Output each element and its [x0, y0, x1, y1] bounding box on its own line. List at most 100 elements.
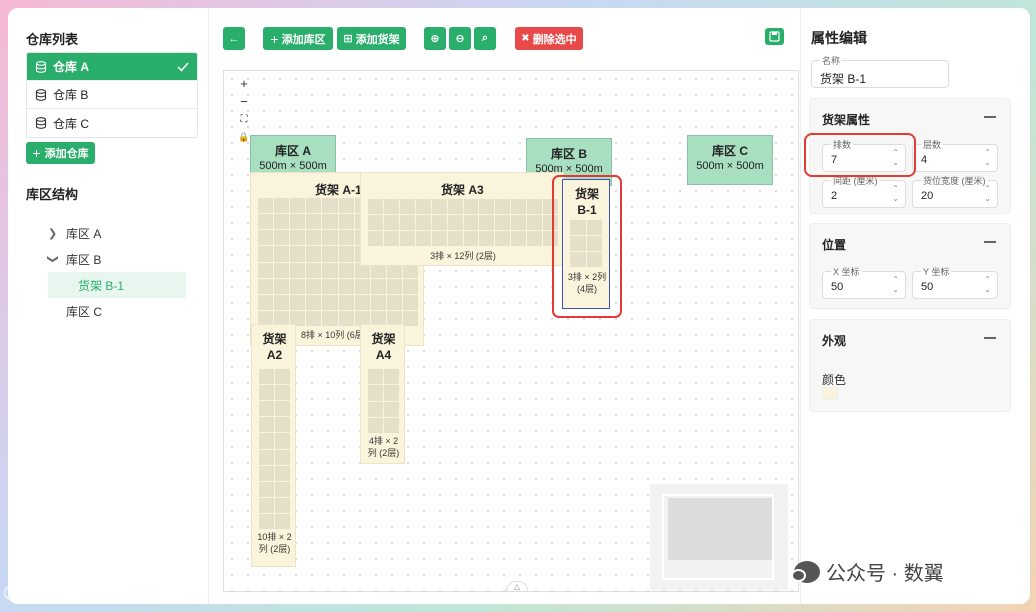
- warehouse-canvas[interactable]: + − ⛶ 🔒 库区 A 500m × 500m 库区 B 500m × 500m …: [223, 70, 799, 592]
- storage-slot: [370, 278, 386, 294]
- save-button[interactable]: [765, 28, 784, 45]
- storage-slot: [368, 385, 383, 401]
- minimap[interactable]: [650, 484, 788, 590]
- slot-width-field[interactable]: 货位宽度 (厘米) 20 ⌃ ⌄: [912, 174, 998, 208]
- shelf-name: 货架 A4: [371, 332, 396, 362]
- zoom-reset-button[interactable]: ⌕: [474, 27, 496, 50]
- field-value: 4: [921, 154, 928, 166]
- shelf-info: 3排 × 12列 (2层): [430, 251, 496, 261]
- minimap-frame: [662, 494, 774, 580]
- warehouse-list: 仓库 A 仓库 B 仓库 C: [26, 52, 198, 138]
- storage-slot: [322, 310, 338, 326]
- storage-slot: [368, 369, 383, 385]
- storage-slot: [495, 199, 511, 214]
- field-highlight: [804, 133, 916, 177]
- storage-slot: [322, 246, 338, 262]
- tree-item-zone-b[interactable]: ❯ 库区 B: [47, 246, 198, 272]
- canvas-zoom-in-control[interactable]: +: [236, 75, 252, 91]
- name-field[interactable]: 名称 货架 B-1: [811, 54, 949, 88]
- stepper-icon[interactable]: ⌃ ⌄: [984, 184, 991, 204]
- storage-slot: [384, 385, 399, 401]
- zone-c[interactable]: 库区 C 500m × 500m: [687, 135, 773, 185]
- storage-slot: [399, 199, 415, 214]
- zone-size: 500m × 500m: [696, 160, 764, 172]
- storage-slot: [383, 199, 399, 214]
- canvas-zoom-out-control[interactable]: −: [236, 93, 252, 109]
- canvas-fit-view-control[interactable]: ⛶: [236, 111, 252, 127]
- storage-slot: [259, 401, 274, 417]
- storage-slot: [259, 465, 274, 481]
- zoom-out-button[interactable]: ⊖: [449, 27, 471, 50]
- storage-slot: [290, 214, 306, 230]
- delete-selected-button[interactable]: ✖ 删除选中: [515, 27, 583, 50]
- storage-slot: [511, 231, 527, 246]
- storage-slot: [384, 369, 399, 385]
- storage-slot: [275, 465, 290, 481]
- storage-slot: [399, 231, 415, 246]
- selection-highlight: [552, 175, 622, 318]
- storage-slot: [447, 215, 463, 230]
- add-warehouse-button[interactable]: + 添加仓库: [26, 142, 95, 164]
- back-icon: ←: [228, 32, 240, 45]
- collapse-icon[interactable]: [984, 337, 996, 339]
- shelf-a4[interactable]: 货架 A4 4排 × 2列 (2层): [360, 324, 405, 464]
- plus-icon: +: [32, 145, 41, 161]
- shelf-a2[interactable]: 货架 A2 10排 × 2列 (2层): [251, 324, 296, 567]
- storage-slot: [447, 199, 463, 214]
- storage-slot: [306, 214, 322, 230]
- delete-selected-label: 删除选中: [532, 33, 577, 46]
- structure-title: 库区结构: [26, 187, 79, 202]
- warehouse-item-c[interactable]: 仓库 C: [27, 109, 197, 137]
- y-coordinate-field[interactable]: Y 坐标 50 ⌃ ⌄: [912, 265, 998, 299]
- field-value: 50: [831, 281, 844, 293]
- storage-slot: [274, 230, 290, 246]
- spacing-field[interactable]: 间距 (厘米) 2 ⌃ ⌄: [822, 174, 906, 208]
- zoom-reset-icon: ⌕: [481, 32, 489, 44]
- stepper-icon[interactable]: ⌃ ⌄: [984, 148, 991, 168]
- storage-slot: [275, 481, 290, 497]
- storage-slot: [259, 369, 274, 385]
- back-button[interactable]: ←: [223, 27, 245, 50]
- tree-item-zone-a[interactable]: ❯ 库区 A: [48, 220, 198, 246]
- storage-slot: [258, 294, 274, 310]
- storage-slot: [275, 369, 290, 385]
- x-coordinate-field[interactable]: X 坐标 50 ⌃ ⌄: [822, 265, 906, 299]
- storage-slot: [463, 199, 479, 214]
- tree-item-shelf-b1[interactable]: 货架 B-1: [48, 272, 186, 298]
- storage-slot: [384, 417, 399, 433]
- layers-field[interactable]: 层数 4 ⌃ ⌄: [912, 138, 998, 172]
- zoom-in-button[interactable]: ⊕: [424, 27, 446, 50]
- storage-slot: [338, 262, 354, 278]
- warehouse-item-b[interactable]: 仓库 B: [27, 81, 197, 109]
- field-label: X 坐标: [831, 265, 862, 278]
- storage-slot: [290, 262, 306, 278]
- tree-item-zone-c[interactable]: 库区 C: [48, 298, 198, 324]
- database-icon: [35, 60, 47, 73]
- add-zone-button[interactable]: + 添加库区: [263, 27, 333, 50]
- trash-icon: ✖: [521, 33, 530, 44]
- storage-slot: [306, 230, 322, 246]
- add-shelf-button[interactable]: ⊞ 添加货架: [337, 27, 406, 50]
- warehouse-item-a[interactable]: 仓库 A: [27, 53, 197, 81]
- storage-slot: [386, 278, 402, 294]
- storage-slot: [306, 278, 322, 294]
- left-sidebar: 仓库列表 仓库 A 仓库 B 仓库 C + 添加仓库 库区结构 ❯ 库区 A ❯ 库…: [8, 8, 208, 604]
- collapse-icon[interactable]: [984, 116, 996, 118]
- storage-slot: [259, 417, 274, 433]
- zone-name: 库区 C: [711, 144, 748, 158]
- warehouse-list-title: 仓库列表: [26, 32, 79, 47]
- stepper-icon[interactable]: ⌃ ⌄: [892, 184, 899, 204]
- stepper-icon[interactable]: ⌃ ⌄: [892, 275, 899, 295]
- storage-slot: [322, 262, 338, 278]
- watermark-left-text: 大数跨境: [36, 586, 101, 603]
- storage-slot: [274, 246, 290, 262]
- collapse-icon[interactable]: [984, 241, 996, 243]
- shelf-a3[interactable]: 货架 A3 3排 × 12列 (2层): [360, 172, 564, 266]
- zone-name: 库区 B: [550, 147, 587, 161]
- stepper-icon[interactable]: ⌃ ⌄: [984, 275, 991, 295]
- color-swatch[interactable]: [822, 387, 838, 400]
- warehouse-label: 仓库 B: [53, 88, 89, 102]
- collapse-handle-icon[interactable]: △: [506, 581, 528, 591]
- zone-tree: ❯ 库区 A ❯ 库区 B 货架 B-1 库区 C: [47, 220, 198, 324]
- storage-slot: [338, 198, 354, 214]
